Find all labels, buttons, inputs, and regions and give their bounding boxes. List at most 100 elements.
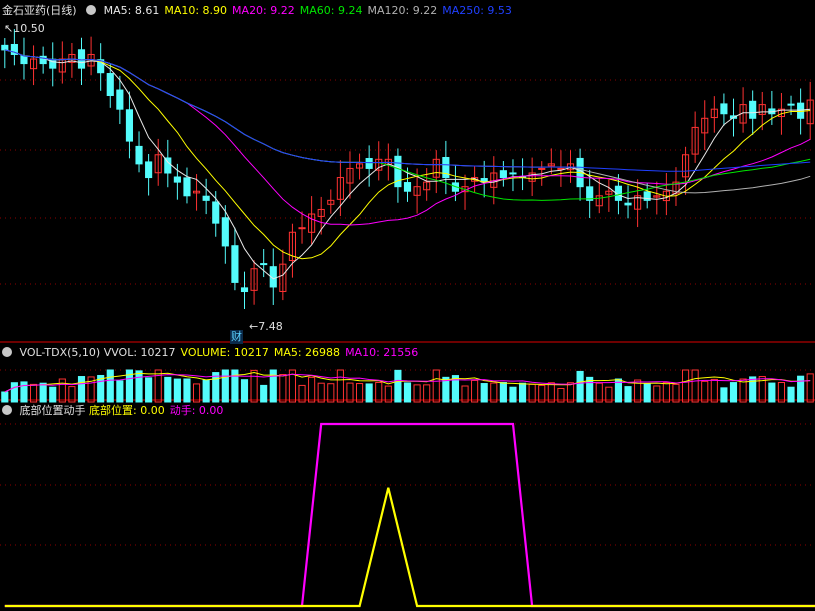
legend-act-value: 0.00 xyxy=(195,404,224,417)
volume-bar xyxy=(729,382,738,403)
candlesticks xyxy=(1,29,814,309)
volume-bar xyxy=(566,382,575,403)
legend-ma250-value: 9.53 xyxy=(483,4,512,17)
candle-body xyxy=(125,109,134,142)
volume-bar xyxy=(1,391,9,403)
volume-bar xyxy=(528,383,536,403)
volume-bar xyxy=(145,377,153,403)
legend-volume: VOLUME: 10217 xyxy=(181,346,269,359)
legend-ma10-value: 21556 xyxy=(379,346,419,359)
legend-bottom-label: 底部位置: xyxy=(89,404,137,417)
volume-bar xyxy=(192,383,201,403)
volume-bar xyxy=(547,382,555,403)
candle-body xyxy=(212,201,220,224)
legend-ma20-value: 9.22 xyxy=(266,4,295,17)
volume-bar xyxy=(720,387,728,403)
candle-body xyxy=(202,195,210,201)
candle-body xyxy=(538,167,546,170)
candle-body xyxy=(624,202,632,206)
candle-body xyxy=(106,73,114,97)
volume-bar xyxy=(681,369,690,403)
candle-body xyxy=(365,158,373,169)
volume-bar xyxy=(701,380,709,403)
candle-body xyxy=(145,161,153,179)
volume-bar xyxy=(432,369,440,403)
volume-bar xyxy=(173,378,181,403)
stock-title: 金石亚药(日线) xyxy=(2,4,77,17)
legend-act-label: 动手: xyxy=(169,404,196,417)
legend-ma10-label: MA10: xyxy=(345,346,380,359)
volume-bar xyxy=(183,378,191,403)
legend-ma5-value: 8.61 xyxy=(131,4,160,17)
volume-bar xyxy=(327,383,335,403)
legend-ma120: MA120: 9.22 xyxy=(367,4,437,17)
legend-ma10-label: MA10: xyxy=(164,4,200,17)
legend-vvol-value: 10217 xyxy=(137,346,176,359)
candle-body xyxy=(231,245,239,283)
volume-bar xyxy=(518,382,527,403)
volume-bar xyxy=(221,369,229,403)
legend-volume-value: 10217 xyxy=(230,346,269,359)
candle-body xyxy=(240,287,249,293)
volume-bar xyxy=(471,379,479,403)
legend-ma120-value: 9.22 xyxy=(409,4,438,17)
legend-ma20: MA20: 9.22 xyxy=(232,4,295,17)
grid-lines xyxy=(0,79,815,546)
legend-ma60-label: MA60: xyxy=(299,4,335,17)
legend-ma10: MA10: 21556 xyxy=(345,346,418,359)
moving-average-lines xyxy=(4,49,811,280)
legend-ma120-label: MA120: xyxy=(367,4,410,17)
candle-body xyxy=(173,176,181,183)
chart-canvas xyxy=(0,29,815,608)
volume-bar xyxy=(643,383,651,403)
volume-bar xyxy=(240,379,249,403)
legend-ma5: MA5: 8.61 xyxy=(104,4,160,17)
candle-body xyxy=(260,263,268,266)
volume-bar xyxy=(691,369,699,403)
volume-bar xyxy=(480,383,488,403)
candle-body xyxy=(221,217,229,247)
volume-bar xyxy=(308,376,316,403)
low-price-marker: ←7.48 xyxy=(249,320,283,334)
legend-ma10-value: 8.90 xyxy=(199,4,228,17)
volume-bar xyxy=(336,369,344,403)
low-price-value: 7.48 xyxy=(258,320,283,333)
event-marker-badge[interactable]: 财 xyxy=(230,330,243,344)
volume-bar xyxy=(509,386,517,403)
high-price-value: 10.50 xyxy=(13,22,45,35)
legend-ma250-label: MA250: xyxy=(442,4,484,17)
volume-bar xyxy=(375,381,383,403)
volume-bar xyxy=(10,382,18,403)
volume-bar xyxy=(768,382,776,403)
candle-body xyxy=(403,182,412,192)
event-marker-text: 财 xyxy=(231,330,242,343)
legend-ma5-label: MA5: xyxy=(103,4,132,17)
volume-bar xyxy=(662,382,670,403)
candle-body xyxy=(135,145,143,165)
high-price-marker: ↖10.50 xyxy=(4,22,45,36)
ind-legend: 底部位置: 0.00 动手: 0.00 xyxy=(89,404,228,417)
volume-bar xyxy=(777,382,786,403)
volume-bar xyxy=(355,383,364,403)
ind-indicator-name: 底部位置动手 xyxy=(19,404,86,417)
volume-bar xyxy=(787,386,795,403)
legend-vvol-label: VVOL: xyxy=(103,346,138,359)
volume-bar xyxy=(212,372,220,403)
legend-act: 动手: 0.00 xyxy=(170,404,224,417)
ma10-line xyxy=(4,49,811,260)
legend-ma60-value: 9.24 xyxy=(334,4,363,17)
candle-body xyxy=(183,177,191,197)
volume-bar xyxy=(672,383,680,403)
volume-bar xyxy=(710,378,718,403)
volume-bar xyxy=(595,382,603,403)
volume-bar xyxy=(29,383,38,403)
volume-bar xyxy=(806,373,814,403)
volume-bar xyxy=(797,375,805,403)
candle-body xyxy=(749,100,757,119)
collapse-icon[interactable] xyxy=(2,347,12,357)
collapse-icon[interactable] xyxy=(2,405,12,415)
collapse-icon[interactable] xyxy=(86,5,97,15)
legend-ma5: MA5: 26988 xyxy=(274,346,340,359)
volume-bar xyxy=(164,376,172,403)
arrow-icon: ↖ xyxy=(4,22,14,35)
